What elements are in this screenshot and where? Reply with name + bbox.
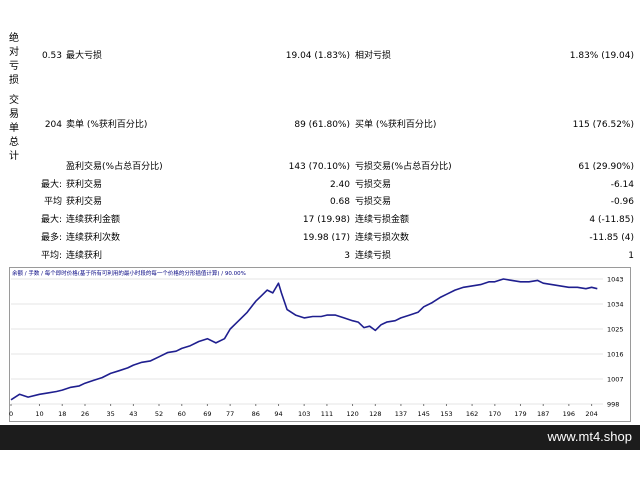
x-tick-label: 26 [81, 410, 89, 418]
x-tick-label: 69 [203, 410, 211, 418]
label-char: 单 [9, 123, 19, 134]
y-tick-label: 1043 [607, 276, 624, 284]
sell-value: 89 (61.80%) [294, 120, 350, 130]
report-table: 绝 对 亏 损 交 易 单 总 计 0.53 最大亏损 19.04 (1.83%… [0, 30, 640, 265]
max-loss-trade-value: -6.14 [610, 180, 634, 190]
y-tick-label: 1034 [607, 301, 624, 309]
bottom-margin [0, 450, 640, 480]
row-prefix: 最大: [40, 180, 62, 190]
avg-profit-trade-value: 0.68 [329, 197, 350, 207]
buy-value: 115 (76.52%) [572, 120, 634, 130]
y-tick-label: 1007 [607, 376, 624, 384]
label-char: 交 [9, 95, 19, 106]
consecutive-loss-amount-label: 连续亏损金额 [355, 215, 410, 225]
sell-label: 卖单 (%获利百分比) [66, 120, 148, 130]
profit-trades-value: 143 (70.10%) [288, 162, 350, 172]
max-loss-value: 19.04 (1.83%) [285, 51, 350, 61]
avg-loss-trade-label: 亏损交易 [355, 197, 392, 207]
max-loss-trade-label: 亏损交易 [355, 180, 392, 190]
consecutive-profit-amount-value: 17 (19.98) [302, 215, 350, 225]
label-char: 易 [9, 109, 19, 120]
max-loss-label: 最大亏损 [66, 51, 103, 61]
x-tick-label: 60 [178, 410, 186, 418]
consecutive-loss-count-value: -11.85 (4) [589, 233, 634, 243]
x-tick-label: 170 [489, 410, 501, 418]
x-tick-label: 145 [417, 410, 429, 418]
avg-consecutive-profit-value: 3 [344, 251, 350, 261]
footer-bar: www.mt4.shop [0, 425, 640, 450]
x-tick-label: 35 [106, 410, 114, 418]
x-tick-label: 137 [395, 410, 407, 418]
consecutive-loss-amount-value: 4 (-11.85) [589, 215, 634, 225]
x-tick-label: 187 [537, 410, 549, 418]
x-tick-label: 162 [466, 410, 478, 418]
x-tick-label: 103 [298, 410, 310, 418]
absolute-loss-value: 0.53 [41, 51, 62, 61]
chart-svg: 1043 1034 1025 1016 1007 998 0 10 18 26 35 43 52 60 69… [9, 267, 631, 422]
top-margin [0, 0, 640, 30]
row-prefix: 最大: [40, 215, 62, 225]
consecutive-profit-amount-label: 连续获利金额 [66, 215, 121, 225]
x-tick-label: 77 [226, 410, 234, 418]
site-url[interactable]: www.mt4.shop [547, 429, 632, 444]
x-tick-label: 111 [321, 410, 333, 418]
label-char: 亏 [9, 61, 19, 72]
x-tick-label: 120 [346, 410, 358, 418]
total-trades-value: 204 [44, 120, 62, 130]
y-tick-label: 1025 [607, 326, 624, 334]
relative-loss-value: 1.83% (19.04) [569, 51, 634, 61]
label-char: 绝 [9, 33, 19, 44]
label-char: 损 [9, 75, 19, 86]
avg-consecutive-profit-label: 连续获利 [66, 251, 103, 261]
x-tick-label: 179 [514, 410, 526, 418]
x-tick-label: 52 [155, 410, 163, 418]
chart-legend: 余额 / 手数 / 每个即时价格(基于所有可利用的最小时段的每一个价格的分形插值… [12, 271, 246, 277]
balance-chart: 1043 1034 1025 1016 1007 998 0 10 18 26 35 43 52 60 69… [9, 267, 631, 422]
loss-trades-label: 亏损交易(%占总百分比) [355, 162, 452, 172]
row-prefix: 平均 [43, 197, 62, 207]
x-tick-label: 18 [58, 410, 66, 418]
max-profit-trade-label: 获利交易 [66, 180, 103, 190]
avg-profit-trade-label: 获利交易 [66, 197, 103, 207]
buy-label: 买单 (%获利百分比) [355, 120, 437, 130]
consecutive-loss-count-label: 连续亏损次数 [355, 233, 410, 243]
x-tick-label: 86 [252, 410, 260, 418]
profit-trades-label: 盈利交易(%占总百分比) [66, 162, 163, 172]
max-profit-trade-value: 2.40 [329, 180, 350, 190]
label-char: 计 [9, 151, 19, 162]
y-tick-label: 998 [607, 401, 619, 409]
relative-loss-label: 相对亏损 [355, 51, 392, 61]
x-tick-label: 0 [9, 410, 13, 418]
loss-trades-value: 61 (29.90%) [578, 162, 634, 172]
absolute-loss-label: 绝 对 亏 损 [8, 32, 20, 88]
x-tick-label: 43 [129, 410, 137, 418]
x-tick-label: 153 [440, 410, 452, 418]
avg-loss-trade-value: -0.96 [610, 197, 634, 207]
consecutive-profit-count-label: 连续获利次数 [66, 233, 121, 243]
avg-consecutive-loss-label: 连续亏损 [355, 251, 392, 261]
row-prefix: 平均: [40, 251, 62, 261]
chart-border [9, 267, 631, 422]
x-tick-label: 204 [585, 410, 597, 418]
row-prefix: 最多: [40, 233, 62, 243]
label-char: 总 [9, 137, 19, 148]
consecutive-profit-count-value: 19.98 (17) [302, 233, 350, 243]
x-tick-label: 128 [369, 410, 381, 418]
x-tick-label: 94 [274, 410, 282, 418]
avg-consecutive-loss-value: 1 [628, 251, 634, 261]
total-trades-label: 交 易 单 总 计 [8, 94, 20, 164]
x-tick-label: 10 [35, 410, 43, 418]
x-tick-label: 196 [563, 410, 575, 418]
y-tick-label: 1016 [607, 351, 624, 359]
label-char: 对 [9, 47, 19, 58]
